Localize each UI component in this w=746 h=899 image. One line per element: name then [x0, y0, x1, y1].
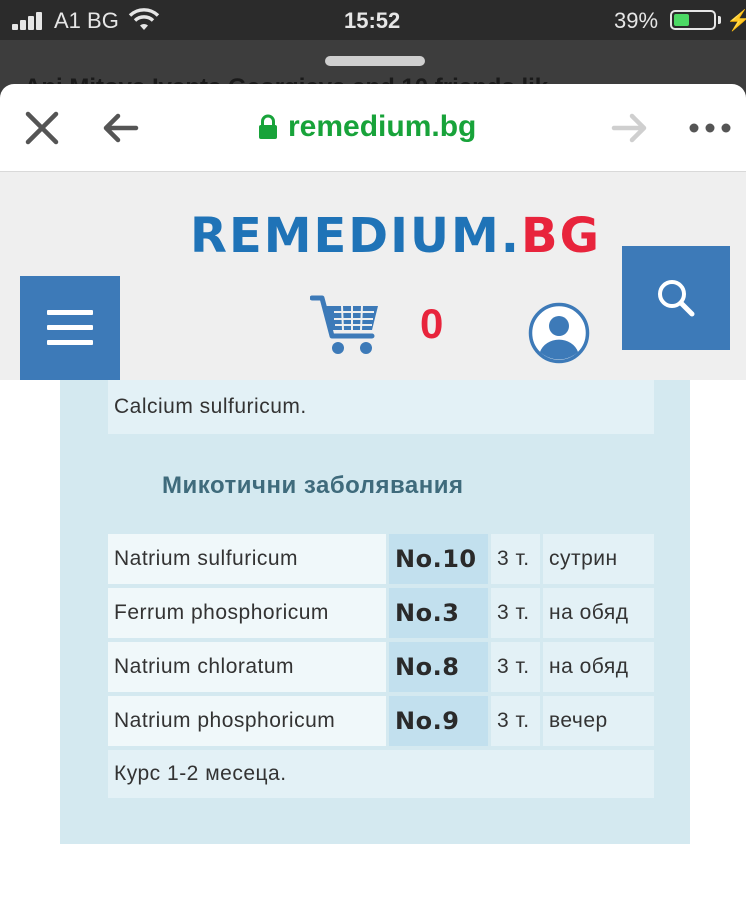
site-header: REMEDIUM.BG 0 [0, 172, 746, 380]
url-bar[interactable]: remedium.bg [258, 110, 476, 144]
remedy-number: No.10 [389, 534, 488, 584]
remedy-name: Ferrum phosphoricum [108, 588, 386, 638]
intake-time: на обяд [543, 642, 654, 692]
site-logo[interactable]: REMEDIUM.BG [190, 208, 601, 264]
remedy-name: Natrium sulfuricum [108, 534, 386, 584]
section-heading: Микотични заболявания [162, 472, 464, 499]
charging-icon: ⚡ [726, 10, 746, 32]
wifi-icon [128, 8, 160, 30]
menu-button[interactable] [20, 276, 120, 380]
account-icon[interactable] [528, 302, 590, 364]
remedy-name: Natrium chloratum [108, 642, 386, 692]
signal-icon [12, 12, 46, 30]
battery-icon [670, 10, 716, 30]
carrier-label: A1 BG [54, 8, 119, 33]
course-text: Курс 1-2 месеца. [108, 750, 654, 798]
remedy-number: No.3 [389, 588, 488, 638]
sheet-grabber[interactable] [325, 56, 425, 66]
battery-nub [718, 16, 721, 24]
battery-percent: 39% [614, 8, 659, 33]
dose: 3 т. [491, 642, 540, 692]
remedy-number: No.8 [389, 642, 488, 692]
status-bar: A1 BG 15:52 39% ⚡ [0, 0, 746, 40]
dose: 3 т. [491, 696, 540, 746]
back-arrow-icon[interactable] [100, 108, 140, 148]
search-icon [658, 280, 695, 317]
top-text: Calcium sulfuricum. [108, 380, 654, 434]
lock-icon [259, 114, 277, 139]
logo-text-suffix: BG [520, 208, 601, 264]
forward-arrow-icon[interactable] [610, 108, 650, 148]
remedy-number: No.9 [389, 696, 488, 746]
cart-count: 0 [420, 300, 444, 347]
browser-toolbar: remedium.bg [0, 84, 746, 172]
content-panel: Calcium sulfuricum. Микотични заболявани… [60, 380, 690, 844]
more-icon[interactable] [688, 108, 732, 148]
close-icon[interactable] [22, 108, 62, 148]
clock: 15:52 [344, 8, 401, 33]
search-button[interactable] [622, 246, 730, 350]
url-text: remedium.bg [288, 110, 477, 143]
menu-icon [47, 310, 93, 346]
cart-icon[interactable] [310, 292, 382, 358]
remedy-name: Natrium phosphoricum [108, 696, 386, 746]
intake-time: на обяд [543, 588, 654, 638]
intake-time: сутрин [543, 534, 654, 584]
intake-time: вечер [543, 696, 654, 746]
dose: 3 т. [491, 534, 540, 584]
logo-text-main: REMEDIUM. [190, 208, 521, 264]
dose: 3 т. [491, 588, 540, 638]
